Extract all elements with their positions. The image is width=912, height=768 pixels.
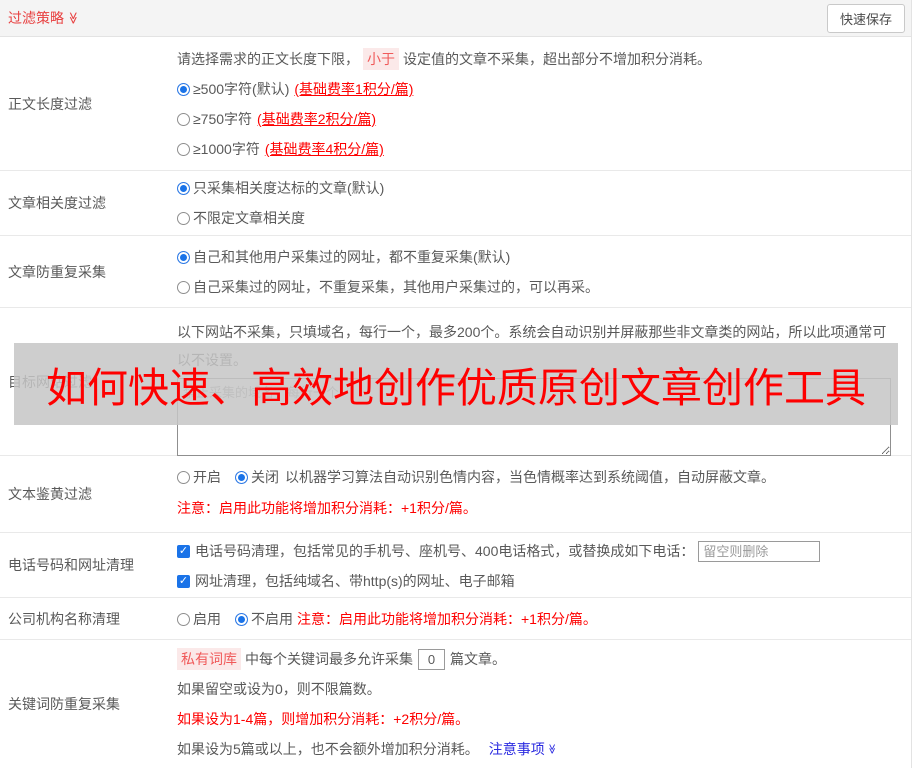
relevance-option-strict[interactable]: 只采集相关度达标的文章(默认) bbox=[177, 173, 897, 203]
radio-unchecked-icon[interactable] bbox=[177, 470, 190, 484]
length-option-500[interactable]: ≥500字符(默认) (基础费率1积分/篇) bbox=[177, 74, 897, 104]
radio-unchecked-icon[interactable] bbox=[177, 280, 190, 294]
length-option-1000[interactable]: ≥1000字符 (基础费率4积分/篇) bbox=[177, 134, 897, 164]
relevance-option-any[interactable]: 不限定文章相关度 bbox=[177, 203, 897, 233]
blocked-domains-textarea[interactable] bbox=[177, 378, 891, 456]
radio-checked-icon[interactable] bbox=[235, 470, 248, 484]
length-filter-intro: 请选择需求的正文长度下限， 小于 设定值的文章不采集，超出部分不增加积分消耗。 bbox=[177, 44, 897, 74]
filter-settings-panel: 过滤策略 ≫ 快速保存 正文长度过滤 请选择需求的正文长度下限， 小于 设定值的… bbox=[0, 0, 912, 768]
phone-clean-option[interactable]: ✓ 电话号码清理，包括常见的手机号、座机号、400电话格式，或替换成如下电话： bbox=[177, 536, 897, 566]
checkbox-checked-icon[interactable]: ✓ bbox=[177, 544, 190, 558]
panel-title-text: 过滤策略 bbox=[8, 10, 64, 26]
notes-link[interactable]: 注意事项 ≫ bbox=[489, 739, 558, 759]
row-label: 公司机构名称清理 bbox=[8, 610, 120, 627]
porn-filter-note: 注意：启用此功能将增加积分消耗：+1积分/篇。 bbox=[177, 500, 477, 516]
dedup-option-self[interactable]: 自己采集过的网址，不重复采集，其他用户采集过的，可以再采。 bbox=[177, 272, 897, 302]
less-than-highlight: 小于 bbox=[363, 48, 399, 70]
porn-filter-off-option[interactable]: 关闭 bbox=[235, 467, 279, 487]
row-target-site-filter: 目标网站过滤 以下网站不采集，只填域名，每行一个，最多200个。系统会自动识别并… bbox=[0, 308, 911, 456]
url-clean-option[interactable]: ✓ 网址清理，包括纯域名、带http(s)的网址、电子邮箱 bbox=[177, 566, 897, 596]
company-clean-note: 注意：启用此功能将增加积分消耗：+1积分/篇。 bbox=[297, 611, 597, 627]
checkbox-checked-icon[interactable]: ✓ bbox=[177, 574, 190, 588]
row-label: 文章防重复采集 bbox=[8, 263, 106, 280]
row-label: 文章相关度过滤 bbox=[8, 195, 106, 211]
radio-checked-icon[interactable] bbox=[235, 612, 248, 626]
keyword-dedup-line4: 如果设为5篇或以上，也不会额外增加积分消耗。 bbox=[177, 741, 479, 757]
row-phone-url-clean: 电话号码和网址清理 ✓ 电话号码清理，包括常见的手机号、座机号、400电话格式，… bbox=[0, 533, 911, 598]
porn-filter-description: 以机器学习算法自动识别色情内容，当色情概率达到系统阈值，自动屏蔽文章。 bbox=[285, 469, 775, 485]
row-label: 电话号码和网址清理 bbox=[8, 557, 134, 573]
row-label: 目标网站过滤 bbox=[8, 373, 92, 390]
private-lexicon-highlight: 私有词库 bbox=[177, 648, 241, 670]
max-articles-input[interactable] bbox=[418, 648, 445, 670]
row-porn-filter: 文本鉴黄过滤 开启 关闭 以机器学习算法自动识别色情内容，当色情概率达到系统阈值… bbox=[0, 456, 911, 533]
row-label: 文本鉴黄过滤 bbox=[8, 486, 92, 502]
radio-unchecked-icon[interactable] bbox=[177, 211, 190, 225]
radio-checked-icon[interactable] bbox=[177, 250, 190, 264]
porn-filter-on-option[interactable]: 开启 bbox=[177, 467, 221, 487]
panel-header: 过滤策略 ≫ 快速保存 bbox=[0, 0, 911, 37]
row-dedup-filter: 文章防重复采集 自己和其他用户采集过的网址，都不重复采集(默认) 自己采集过的网… bbox=[0, 236, 911, 308]
radio-checked-icon[interactable] bbox=[177, 181, 190, 195]
radio-unchecked-icon[interactable] bbox=[177, 112, 190, 126]
chevron-down-icon: ≫ bbox=[66, 11, 81, 25]
target-site-intro: 以下网站不采集，只填域名，每行一个，最多200个。系统会自动识别并屏蔽那些非文章… bbox=[177, 324, 887, 368]
panel-title[interactable]: 过滤策略 ≫ bbox=[8, 8, 80, 28]
fee-note: (基础费率1积分/篇) bbox=[294, 81, 414, 97]
keyword-dedup-line3: 如果设为1-4篇，则增加积分消耗：+2积分/篇。 bbox=[177, 711, 470, 727]
radio-checked-icon[interactable] bbox=[177, 82, 190, 96]
fee-note: (基础费率4积分/篇) bbox=[264, 141, 384, 157]
company-clean-off-option[interactable]: 不启用 bbox=[235, 609, 293, 629]
replacement-phone-input[interactable] bbox=[698, 540, 821, 562]
radio-unchecked-icon[interactable] bbox=[177, 142, 190, 156]
row-relevance-filter: 文章相关度过滤 只采集相关度达标的文章(默认) 不限定文章相关度 bbox=[0, 171, 911, 236]
dedup-option-global[interactable]: 自己和其他用户采集过的网址，都不重复采集(默认) bbox=[177, 242, 897, 272]
company-clean-on-option[interactable]: 启用 bbox=[177, 609, 221, 629]
radio-unchecked-icon[interactable] bbox=[177, 612, 190, 626]
row-label: 正文长度过滤 bbox=[8, 95, 92, 112]
keyword-dedup-line2: 如果留空或设为0，则不限篇数。 bbox=[177, 681, 381, 697]
row-label: 关键词防重复采集 bbox=[8, 696, 120, 712]
row-keyword-dedup: 关键词防重复采集 私有词库 中每个关键词最多允许采集 篇文章。 如果留空或设为0… bbox=[0, 640, 911, 768]
length-option-750[interactable]: ≥750字符 (基础费率2积分/篇) bbox=[177, 104, 897, 134]
row-company-clean: 公司机构名称清理 启用 不启用 注意：启用此功能将增加积分消耗：+1积分/篇。 bbox=[0, 598, 911, 640]
row-body-length-filter: 正文长度过滤 请选择需求的正文长度下限， 小于 设定值的文章不采集，超出部分不增… bbox=[0, 37, 911, 171]
chevron-down-icon: ≫ bbox=[546, 743, 558, 755]
quick-save-button[interactable]: 快速保存 bbox=[826, 3, 905, 33]
fee-note: (基础费率2积分/篇) bbox=[257, 111, 377, 127]
